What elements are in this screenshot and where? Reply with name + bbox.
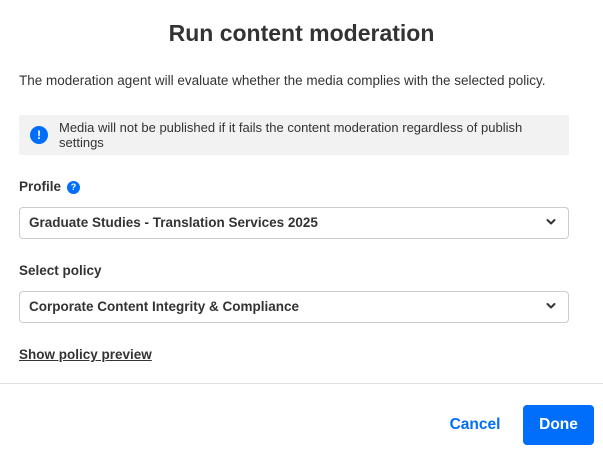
done-button[interactable]: Done xyxy=(523,405,594,445)
profile-label: Profile? xyxy=(19,179,81,194)
policy-select-value: Corporate Content Integrity & Compliance xyxy=(29,299,300,314)
info-icon: ! xyxy=(30,126,48,144)
dialog-title: Run content moderation xyxy=(168,20,435,46)
content-moderation-dialog: Run content moderation The moderation ag… xyxy=(0,0,603,458)
cancel-button[interactable]: Cancel xyxy=(437,405,513,445)
chevron-down-icon xyxy=(546,219,556,225)
show-policy-preview-link[interactable]: Show policy preview xyxy=(19,347,152,362)
footer-divider xyxy=(0,383,603,384)
dialog-description: The moderation agent will evaluate wheth… xyxy=(19,73,546,88)
notice-banner: ! Media will not be published if it fail… xyxy=(19,115,569,155)
notice-text: Media will not be published if it fails … xyxy=(59,120,523,150)
chevron-down-icon xyxy=(546,303,556,309)
help-icon[interactable]: ? xyxy=(67,181,81,194)
profile-select[interactable]: Graduate Studies - Translation Services … xyxy=(19,207,569,239)
policy-select[interactable]: Corporate Content Integrity & Compliance xyxy=(19,291,569,323)
profile-label-text: Profile xyxy=(19,179,62,194)
profile-select-value: Graduate Studies - Translation Services … xyxy=(29,215,318,230)
policy-label: Select policy xyxy=(19,263,102,278)
